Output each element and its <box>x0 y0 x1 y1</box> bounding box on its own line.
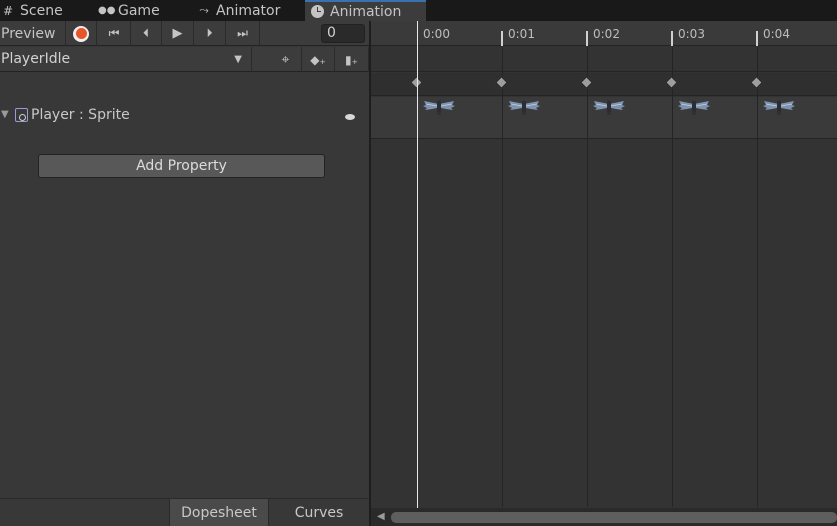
ruler-tick-label: 0:02 <box>593 27 620 41</box>
record-button[interactable] <box>66 21 97 46</box>
sprite-keyframe-thumbnail[interactable] <box>422 98 456 116</box>
step-back-icon: ⏴ <box>142 26 149 40</box>
chevron-down-icon: ▼ <box>234 54 242 65</box>
clip-dropdown[interactable]: PlayerIdle ▼ <box>0 47 252 72</box>
preview-label: Preview <box>1 25 56 42</box>
tab-game[interactable]: ●● Game <box>98 0 188 21</box>
gamepad-icon: ●● <box>98 5 116 16</box>
frame-gridline <box>672 47 673 507</box>
add-event-button[interactable]: ▮₊ <box>335 47 369 72</box>
sprite-keyframe-thumbnail[interactable] <box>762 98 796 116</box>
crosshair-icon: ⌖ <box>281 51 290 68</box>
animation-properties-panel: Preview ⏮ ⏴ ▶ ⏵ ⏭ 0 PlayerIdle ▼ ⌖ ◆₊ ▮₊… <box>0 21 369 526</box>
sprite-renderer-icon <box>15 108 28 122</box>
grid-icon: # <box>2 3 14 18</box>
add-keyframe-button[interactable]: ◆₊ <box>302 47 335 72</box>
clip-dropdown-value: PlayerIdle <box>1 51 71 67</box>
sprite-keyframe-thumbnail[interactable] <box>592 98 626 116</box>
tab-scene[interactable]: # Scene <box>0 0 90 21</box>
event-lane[interactable] <box>371 47 837 72</box>
preview-toggle[interactable]: Preview <box>0 21 66 46</box>
tab-animator[interactable]: ⤳ Animator <box>196 0 301 21</box>
timeline-panel[interactable]: 0:00 0:01 0:02 0:03 0:04 ◀ <box>371 21 837 526</box>
next-keyframe-button[interactable]: ⏵ <box>194 21 226 46</box>
ruler-tick-label: 0:00 <box>423 27 450 41</box>
ruler-tick <box>501 31 503 46</box>
sprite-keyframe-thumbnail[interactable] <box>507 98 541 116</box>
window-tab-bar: # Scene ●● Game ⤳ Animator Animation <box>0 0 837 21</box>
clock-icon <box>311 5 324 18</box>
playhead[interactable] <box>417 21 418 508</box>
step-forward-icon: ⏵ <box>206 26 213 40</box>
play-icon: ▶ <box>172 26 183 41</box>
ruler-tick-label: 0:01 <box>508 27 535 41</box>
scroll-left-icon[interactable]: ◀ <box>377 511 385 522</box>
record-icon <box>73 25 89 42</box>
ruler-tick <box>586 31 588 46</box>
skip-to-start-icon: ⏮ <box>108 26 120 40</box>
scrollbar-thumb[interactable] <box>391 512 837 523</box>
previous-keyframe-button[interactable]: ⏴ <box>131 21 162 46</box>
tab-scene-label: Scene <box>20 2 63 19</box>
frame-gridline <box>757 47 758 507</box>
play-button[interactable]: ▶ <box>162 21 194 46</box>
ruler-tick-label: 0:03 <box>678 27 705 41</box>
add-event-icon: ▮₊ <box>345 52 358 67</box>
tab-animation-label: Animation <box>330 3 402 20</box>
filter-keys-button[interactable]: ⌖ <box>270 47 302 72</box>
animator-icon: ⤳ <box>199 3 209 17</box>
last-keyframe-button[interactable]: ⏭ <box>226 21 260 46</box>
property-label: Player : Sprite <box>31 107 130 123</box>
summary-keyframe-row[interactable] <box>371 73 837 96</box>
first-keyframe-button[interactable]: ⏮ <box>98 21 131 46</box>
view-mode-tabs: Dopesheet Curves <box>0 498 369 526</box>
property-row[interactable]: ▼ Player : Sprite <box>0 106 369 128</box>
current-frame-field[interactable]: 0 <box>321 24 365 43</box>
ruler-tick <box>671 31 673 46</box>
add-property-button[interactable]: Add Property <box>38 154 325 178</box>
ruler-tick-label: 0:04 <box>763 27 790 41</box>
add-keyframe-icon: ◆₊ <box>310 52 326 67</box>
tab-curves[interactable]: Curves <box>269 499 369 526</box>
tab-game-label: Game <box>118 2 160 19</box>
ruler-tick <box>756 31 758 46</box>
clip-toolbar: PlayerIdle ▼ ⌖ ◆₊ ▮₊ <box>0 47 369 72</box>
horizontal-scrollbar[interactable]: ◀ <box>371 508 837 526</box>
playback-toolbar: Preview ⏮ ⏴ ▶ ⏵ ⏭ 0 <box>0 21 369 46</box>
tab-animation[interactable]: Animation <box>305 0 426 21</box>
tab-dopesheet[interactable]: Dopesheet <box>169 499 269 526</box>
frame-gridline <box>587 47 588 507</box>
skip-to-end-icon: ⏭ <box>237 26 248 40</box>
property-options-icon[interactable] <box>345 114 355 120</box>
sprite-keyframe-thumbnail[interactable] <box>677 98 711 116</box>
collapse-triangle-icon[interactable]: ▼ <box>1 109 9 120</box>
tab-animator-label: Animator <box>216 2 281 19</box>
frame-gridline <box>502 47 503 507</box>
